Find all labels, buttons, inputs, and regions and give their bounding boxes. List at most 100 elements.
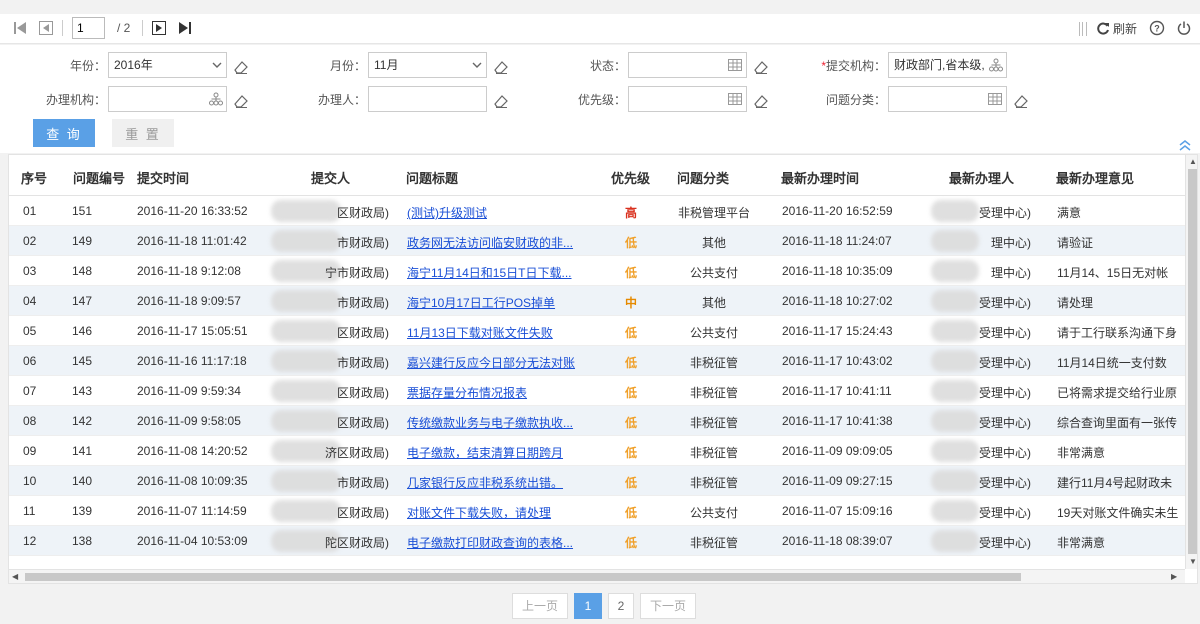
toolbar-divider [142,20,143,36]
category-cell: 公共支付 [689,326,738,340]
page-number-input[interactable] [72,17,105,39]
issue-title-link[interactable]: 对账文件下载失败，请处理 [407,504,592,521]
horizontal-scrollbar[interactable]: ◀ ▶ [9,569,1185,583]
handler-label: 办理人： [317,93,366,107]
time-header[interactable]: 提交时间 [137,168,189,187]
table-row[interactable]: 02 149 2016-11-18 11:01:42 市财政局) 政务网无法访问临安财政… [9,226,1185,256]
query-button[interactable]: 查 询 [33,119,95,147]
table-row[interactable]: 05 146 2016-11-17 15:05:51 区财政局) 11月13日下载对账文… [9,316,1185,346]
last-page-icon[interactable] [177,20,193,36]
priority-select[interactable] [628,86,747,112]
issue-title-link[interactable]: 海宁11月14日和15日T日下载... [407,264,592,281]
clear-eraser-icon[interactable] [233,59,249,75]
issue-title-link[interactable]: 几家银行反应非税系统出错。 [407,474,592,491]
last-handler-cell: 受理中心) [979,326,1031,340]
clear-eraser-icon[interactable] [753,93,769,109]
seq-header[interactable]: 序号 [21,168,47,187]
last-handler-cell: 受理中心) [979,356,1031,370]
svg-text:?: ? [1154,24,1160,34]
scroll-right-icon[interactable]: ▶ [1171,572,1177,581]
issue-title-link[interactable]: 电子缴款打印财政查询的表格... [407,534,592,551]
table-row[interactable]: 07 143 2016-11-09 9:59:34 区财政局) 票据存量分布情况报表 低 非… [9,376,1185,406]
issue-title-link[interactable]: 嘉兴建行反应今日部分无法对账 [407,354,592,371]
grid-picker-icon [988,93,1002,105]
category-cell: 其他 [701,236,726,250]
clear-eraser-icon[interactable] [493,93,509,109]
submitter-cell: 市财政局) [337,236,389,250]
last-time-header[interactable]: 最新办理时间 [781,168,859,187]
first-page-icon[interactable] [12,20,28,36]
handle-org-picker[interactable] [108,86,227,112]
clear-eraser-icon[interactable] [233,93,249,109]
vertical-scrollbar[interactable]: ▲ ▼ [1185,155,1197,569]
table-row[interactable]: 06 145 2016-11-16 11:17:18 市财政局) 嘉兴建行反应今日部分无… [9,346,1185,376]
table-row[interactable]: 11 139 2016-11-07 11:14:59 区财政局) 对账文件下载失败，请处… [9,496,1185,526]
issue-title-link[interactable]: 传统缴款业务与电子缴款执收... [407,414,592,431]
issue-id-cell: 148 [72,264,93,278]
submit-time-cell: 2016-11-18 9:12:08 [137,264,241,278]
clear-eraser-icon[interactable] [1013,93,1029,109]
issue-title-link[interactable]: 11月13日下载对账文件失败 [407,324,592,341]
submit-org-picker[interactable]: 财政部门,省本级,丿 [888,52,1007,78]
next-page-button[interactable]: 下一页 [640,593,696,619]
last-handler-header[interactable]: 最新办理人 [949,168,1014,187]
last-handler-cell: 受理中心) [979,536,1031,550]
collapse-up-icon[interactable] [1178,139,1192,151]
table-row[interactable]: 01 151 2016-11-20 16:33:52 区财政局) (测试)升级测试 高 非税… [9,196,1185,226]
opinion-header[interactable]: 最新办理意见 [1056,168,1134,187]
vertical-scroll-thumb[interactable] [1188,169,1197,554]
issue-title-link[interactable]: 海宁10月17日工行POS掉单 [407,294,592,311]
issue-id-cell: 139 [72,504,93,518]
clear-eraser-icon[interactable] [493,59,509,75]
priority-cell: 低 [625,476,638,490]
chevron-down-icon [212,62,222,68]
clear-eraser-icon[interactable] [753,59,769,75]
id-header[interactable]: 问题编号 [73,168,125,187]
submit-time-cell: 2016-11-20 16:33:52 [137,204,248,218]
status-select[interactable] [628,52,747,78]
prev-page-button[interactable]: 上一页 [512,593,568,619]
seq-cell: 10 [23,474,37,488]
horizontal-scroll-thumb[interactable] [25,573,1021,581]
page-1-button[interactable]: 1 [574,593,602,619]
scroll-down-icon[interactable]: ▼ [1189,557,1197,566]
issue-title-link[interactable]: 票据存量分布情况报表 [407,384,592,401]
refresh-button[interactable]: 刷新 [1096,20,1137,37]
issue-id-cell: 151 [72,204,93,218]
seq-cell: 08 [23,414,37,428]
scroll-up-icon[interactable]: ▲ [1189,157,1197,166]
submitter-header[interactable]: 提交人 [311,168,350,187]
page-2-button[interactable]: 2 [608,593,634,619]
category-label: 问题分类： [825,93,886,107]
issue-title-link[interactable]: 电子缴款，结束清算日期跨月 [407,444,592,461]
table-row[interactable]: 03 148 2016-11-18 9:12:08 宁市财政局) 海宁11月14日和15… [9,256,1185,286]
issue-title-link[interactable]: (测试)升级测试 [407,204,592,221]
issue-title-link[interactable]: 政务网无法访问临安财政的非... [407,234,592,251]
table-row[interactable]: 10 140 2016-11-08 10:09:35 市财政局) 几家银行反应非税系统出… [9,466,1185,496]
scroll-left-icon[interactable]: ◀ [12,572,18,581]
priority-header[interactable]: 优先级 [611,168,650,187]
power-icon[interactable] [1176,20,1192,36]
next-page-icon[interactable] [151,20,167,36]
handler-input[interactable] [368,86,487,112]
category-select[interactable] [888,86,1007,112]
help-icon[interactable]: ? [1149,20,1165,36]
submit-org-value: 财政部门,省本级,丿 [894,58,986,72]
issue-id-cell: 145 [72,354,93,368]
month-select[interactable]: 11月 [368,52,487,78]
year-select[interactable]: 2016年 [108,52,227,78]
category-header[interactable]: 问题分类 [677,168,729,187]
table-row[interactable]: 12 138 2016-11-04 10:53:09 陀区财政局) 电子缴款打印财政查询… [9,526,1185,556]
table-row[interactable]: 04 147 2016-11-18 9:09:57 市财政局) 海宁10月17日工行PO… [9,286,1185,316]
seq-cell: 09 [23,444,37,458]
issue-id-cell: 143 [72,384,93,398]
table-row[interactable]: 09 141 2016-11-08 14:20:52 济区财政局) 电子缴款，结束清算日… [9,436,1185,466]
last-time-cell: 2016-11-09 09:09:05 [782,444,893,458]
last-handler-cell: 受理中心) [979,416,1031,430]
submit-time-cell: 2016-11-08 14:20:52 [137,444,248,458]
reset-button[interactable]: 重 置 [112,119,174,147]
title-header[interactable]: 问题标题 [406,168,458,187]
grid-picker-icon [728,59,742,71]
prev-page-icon[interactable] [38,20,54,36]
table-row[interactable]: 08 142 2016-11-09 9:58:05 区财政局) 传统缴款业务与电子缴款执… [9,406,1185,436]
